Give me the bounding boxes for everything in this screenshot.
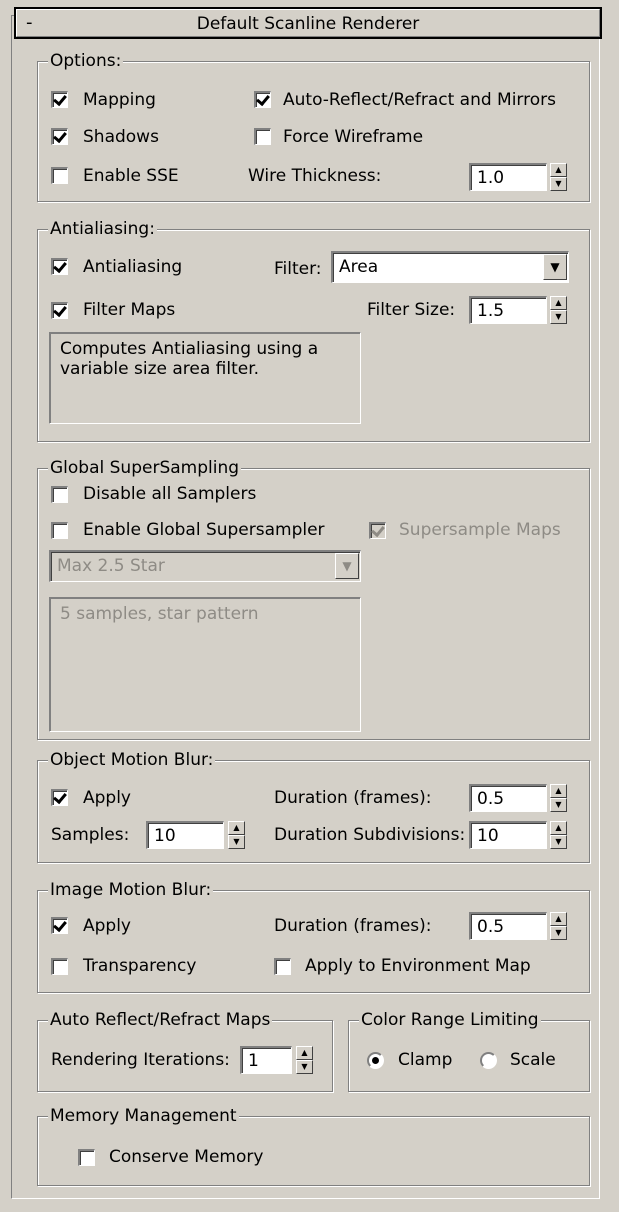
rendering-iterations-spinner[interactable]: ▲ ▼: [296, 1046, 313, 1074]
group-legend: Antialiasing:: [48, 219, 157, 239]
object-blur-subdivisions-label: Duration Subdivisions:: [274, 825, 466, 845]
conserve-memory-checkbox[interactable]: [78, 1149, 95, 1166]
group-legend: Auto Reflect/Refract Maps: [48, 1010, 273, 1030]
transparency-checkbox[interactable]: [51, 958, 68, 975]
image-blur-duration-spinner[interactable]: ▲ ▼: [550, 912, 567, 940]
group-legend: Object Motion Blur:: [48, 750, 216, 770]
scale-radio[interactable]: [480, 1052, 497, 1069]
spinner-up-icon[interactable]: ▲: [550, 912, 567, 926]
object-blur-samples-input[interactable]: 10: [146, 821, 224, 849]
object-blur-subdivisions-spinner[interactable]: ▲ ▼: [550, 821, 567, 849]
enable-global-supersampler-label: Enable Global Supersampler: [83, 520, 325, 540]
transparency-label: Transparency: [83, 956, 197, 976]
auto-reflect-label: Auto-Reflect/Refract and Mirrors: [283, 90, 556, 110]
disable-all-samplers-label: Disable all Samplers: [83, 484, 257, 504]
spinner-up-icon[interactable]: ▲: [296, 1046, 313, 1060]
spinner-up-icon[interactable]: ▲: [228, 821, 245, 835]
clamp-label: Clamp: [398, 1050, 453, 1070]
spinner-down-icon[interactable]: ▼: [550, 310, 567, 324]
filter-dropdown[interactable]: Area ▼: [331, 251, 569, 283]
object-blur-samples-label: Samples:: [51, 825, 130, 845]
sampler-dropdown[interactable]: Max 2.5 Star ▼: [49, 550, 361, 582]
chevron-down-icon[interactable]: ▼: [335, 553, 359, 579]
spinner-down-icon[interactable]: ▼: [228, 835, 245, 849]
filter-size-input[interactable]: 1.5: [469, 296, 547, 324]
spinner-up-icon[interactable]: ▲: [550, 821, 567, 835]
sampler-description: 5 samples, star pattern: [49, 597, 361, 732]
object-blur-apply-label: Apply: [83, 788, 131, 808]
shadows-checkbox[interactable]: [51, 128, 68, 145]
filter-size-label: Filter Size:: [367, 300, 456, 320]
spinner-down-icon[interactable]: ▼: [550, 926, 567, 940]
auto-reflect-checkbox[interactable]: [254, 91, 271, 108]
spinner-down-icon[interactable]: ▼: [550, 835, 567, 849]
image-motion-blur-group: Image Motion Blur:: [37, 880, 590, 993]
spinner-down-icon[interactable]: ▼: [296, 1060, 313, 1074]
enable-sse-checkbox[interactable]: [51, 167, 68, 184]
conserve-memory-label: Conserve Memory: [109, 1147, 264, 1167]
filter-size-spinner[interactable]: ▲ ▼: [550, 296, 567, 324]
wire-thickness-input[interactable]: 1.0: [469, 163, 547, 191]
chevron-down-icon[interactable]: ▼: [543, 254, 567, 280]
force-wireframe-checkbox[interactable]: [254, 128, 271, 145]
scale-label: Scale: [510, 1050, 556, 1070]
object-blur-duration-label: Duration (frames):: [274, 788, 432, 808]
group-legend: Image Motion Blur:: [48, 880, 214, 900]
object-blur-subdivisions-input[interactable]: 10: [469, 821, 547, 849]
spinner-up-icon[interactable]: ▲: [550, 163, 567, 177]
sampler-value: Max 2.5 Star: [57, 556, 165, 576]
object-blur-duration-input[interactable]: 0.5: [469, 784, 547, 812]
spinner-down-icon[interactable]: ▼: [550, 177, 567, 191]
rollout-title: Default Scanline Renderer: [196, 14, 420, 34]
enable-global-supersampler-checkbox[interactable]: [51, 522, 68, 539]
rendering-iterations-input[interactable]: 1: [240, 1046, 292, 1074]
group-legend: Options:: [48, 51, 124, 71]
object-blur-duration-spinner[interactable]: ▲ ▼: [550, 784, 567, 812]
disable-all-samplers-checkbox[interactable]: [51, 486, 68, 503]
filter-description-text: Computes Antialiasing using a variable s…: [60, 339, 319, 379]
spinner-down-icon[interactable]: ▼: [550, 798, 567, 812]
rendering-iterations-label: Rendering Iterations:: [51, 1050, 230, 1070]
clamp-radio[interactable]: [367, 1052, 384, 1069]
antialiasing-label: Antialiasing: [83, 257, 183, 277]
shadows-label: Shadows: [83, 127, 159, 147]
mapping-label: Mapping: [83, 90, 156, 110]
sampler-description-text: 5 samples, star pattern: [60, 604, 259, 624]
object-blur-samples-spinner[interactable]: ▲ ▼: [228, 821, 245, 849]
image-blur-apply-label: Apply: [83, 916, 131, 936]
force-wireframe-label: Force Wireframe: [283, 127, 424, 147]
supersample-maps-checkbox[interactable]: [369, 522, 386, 539]
filter-label: Filter:: [274, 259, 322, 279]
object-blur-apply-checkbox[interactable]: [51, 789, 68, 806]
image-blur-duration-label: Duration (frames):: [274, 916, 432, 936]
image-blur-apply-checkbox[interactable]: [51, 917, 68, 934]
group-legend: Memory Management: [48, 1106, 239, 1126]
group-legend: Color Range Limiting: [359, 1010, 541, 1030]
spinner-up-icon[interactable]: ▲: [550, 296, 567, 310]
apply-env-map-label: Apply to Environment Map: [305, 956, 531, 976]
apply-env-map-checkbox[interactable]: [274, 958, 291, 975]
group-legend: Global SuperSampling: [48, 458, 242, 478]
wire-thickness-spinner[interactable]: ▲ ▼: [550, 163, 567, 191]
filter-maps-label: Filter Maps: [83, 300, 176, 320]
antialiasing-checkbox[interactable]: [51, 258, 68, 275]
filter-maps-checkbox[interactable]: [51, 302, 68, 319]
wire-thickness-label: Wire Thickness:: [248, 166, 382, 186]
enable-sse-label: Enable SSE: [83, 166, 179, 186]
supersample-maps-label: Supersample Maps: [399, 520, 561, 540]
mapping-checkbox[interactable]: [51, 91, 68, 108]
rollout-header[interactable]: - Default Scanline Renderer: [14, 7, 602, 39]
filter-description: Computes Antialiasing using a variable s…: [49, 332, 361, 424]
filter-value: Area: [339, 257, 379, 277]
spinner-up-icon[interactable]: ▲: [550, 784, 567, 798]
image-blur-duration-input[interactable]: 0.5: [469, 912, 547, 940]
